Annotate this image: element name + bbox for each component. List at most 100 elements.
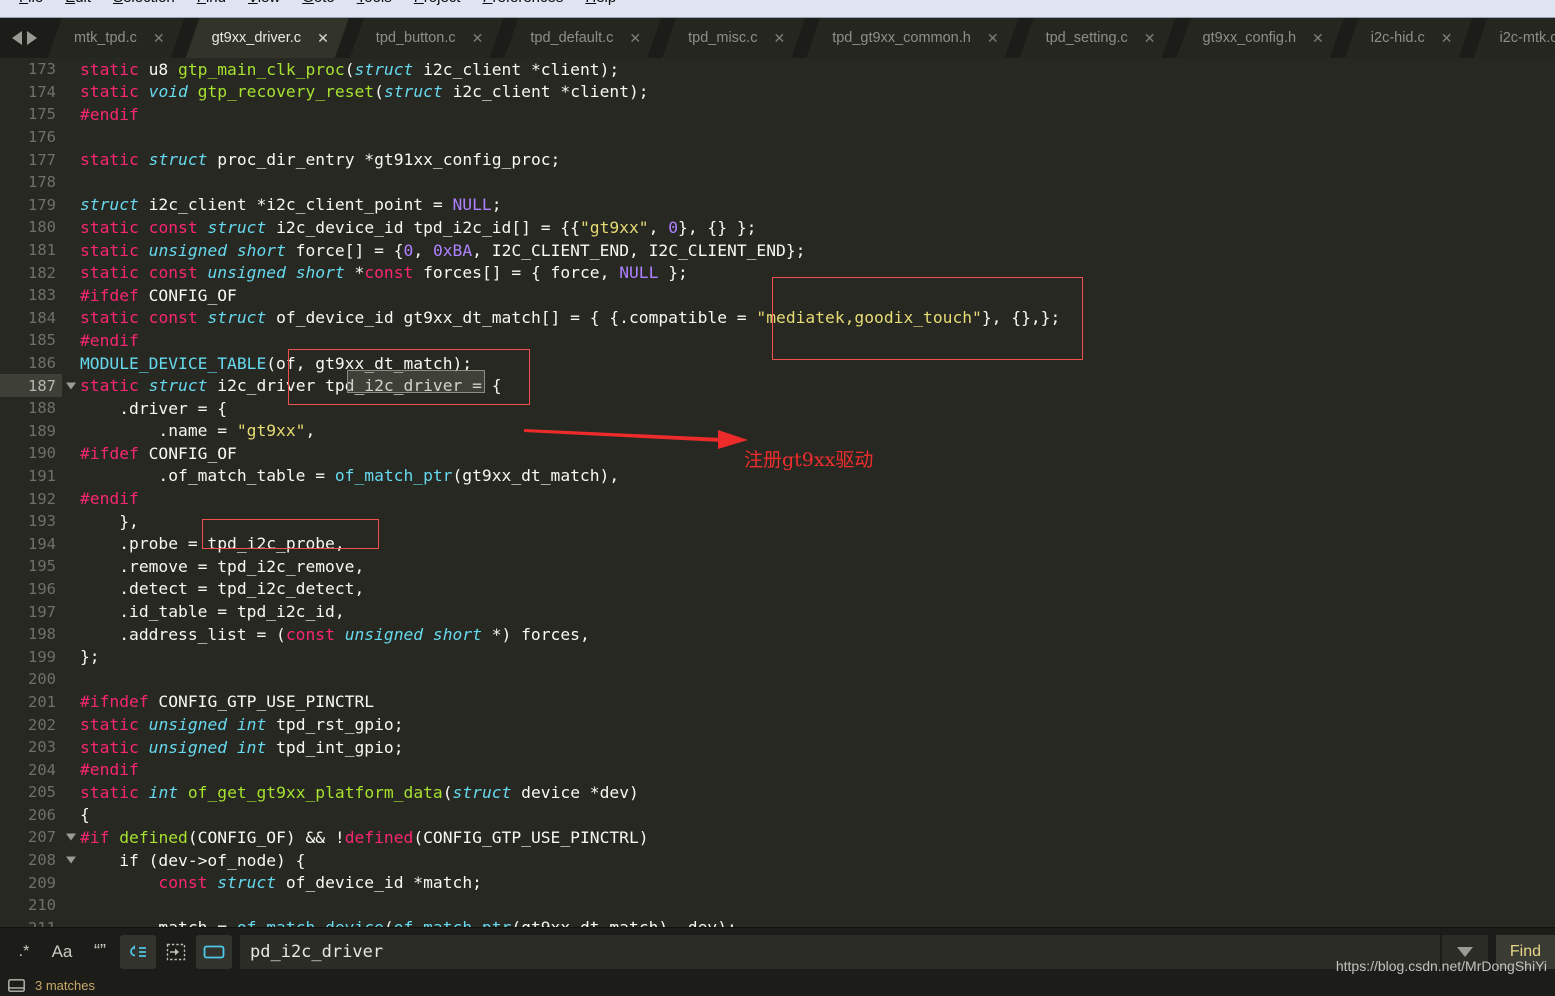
line-number: 176 [28,128,56,147]
close-icon[interactable]: ✕ [1312,31,1324,45]
menu-item-find[interactable]: Find [186,0,237,5]
tab-i2c-hid-c[interactable]: i2c-hid.c ✕ [1345,18,1473,58]
code-line[interactable]: 174 static void gtp_recovery_reset(struct… [0,81,1555,104]
code-line[interactable]: 173 static u8 gtp_main_clk_proc(struct i2… [0,58,1555,81]
find-button[interactable]: Find [1495,934,1555,969]
code-line[interactable]: 194 .probe = tpd_i2c_probe, [0,532,1555,555]
menu-item-view[interactable]: View [237,0,291,5]
tab-tpd-default-c[interactable]: tpd_default.c ✕ [504,18,661,58]
code-line[interactable]: 188 .driver = { [0,397,1555,420]
tab-tpd-setting-c[interactable]: tpd_setting.c ✕ [1020,18,1176,58]
tab-tpd-misc-c[interactable]: tpd_misc.c ✕ [662,18,805,58]
tab-nav-arrows [0,18,48,58]
tab-tpd-gt9xx-common-h[interactable]: tpd_gt9xx_common.h ✕ [806,18,1018,58]
code-line[interactable]: 195 .remove = tpd_i2c_remove, [0,555,1555,578]
whole-word-toggle[interactable]: “” [82,935,118,969]
code-line[interactable]: 182 static const unsigned short * const fo… [0,261,1555,284]
wrap-search-icon[interactable] [120,934,156,969]
menu-item-tools[interactable]: Tools [346,0,403,5]
find-history-dropdown[interactable] [1441,934,1488,969]
case-sensitive-toggle[interactable]: Aa [44,935,80,969]
menu-item-selection[interactable]: Selection [102,0,186,5]
code-line[interactable]: 196 .detect = tpd_i2c_detect, [0,578,1555,601]
fold-triangle-icon[interactable] [66,833,76,841]
code-line[interactable]: 201 #ifndef CONFIG_GTP_USE_PINCTRL [0,691,1555,714]
code-line[interactable]: 178 [0,171,1555,194]
tab-gt9xx-driver-c[interactable]: gt9xx_driver.c ✕ [186,18,349,58]
close-icon[interactable]: ✕ [317,31,329,45]
code-line[interactable]: 184 static const struct of_device_id gt9x… [0,307,1555,330]
code-text: static unsigned int tpd_int_gpio; [80,737,404,757]
code-line[interactable]: 191 .of_match_table = of_match_ptr (gt9xx… [0,465,1555,488]
code-line[interactable]: 209 const struct of_device_id *match; [0,871,1555,894]
in-selection-icon[interactable] [158,935,194,969]
highlight-results-icon[interactable] [196,934,232,969]
code-line[interactable]: 205 static int of_get_gt9xx_platform_data… [0,781,1555,804]
code-line[interactable]: 185 #endif [0,329,1555,352]
close-icon[interactable]: ✕ [629,31,641,45]
code-line[interactable]: 181 static unsigned short force[] = {0, 0… [0,239,1555,262]
close-icon[interactable]: ✕ [987,31,999,45]
code-line[interactable]: 192 #endif [0,487,1555,510]
code-text: .id_table = tpd_i2c_id, [80,602,345,622]
code-line[interactable]: 190 #ifdef CONFIG_OF [0,442,1555,465]
code-text: { [80,805,90,825]
code-line[interactable]: 183 #ifdef CONFIG_OF [0,284,1555,307]
code-line[interactable]: 180 static const struct i2c_device_id tpd… [0,216,1555,239]
find-input[interactable] [240,934,1440,969]
close-icon[interactable]: ✕ [1441,31,1453,45]
line-number: 204 [28,760,56,779]
line-number: 210 [28,896,56,915]
triangle-left-icon[interactable] [11,31,22,45]
code-line[interactable]: 210 [0,894,1555,917]
code-line[interactable]: 207 #if defined (CONFIG_OF) && ! defined (CO… [0,826,1555,849]
code-line[interactable]: 177 static struct proc_dir_entry *gt91xx_… [0,148,1555,171]
tab-tpd-button-c[interactable]: tpd_button.c ✕ [350,18,504,58]
fold-triangle-icon[interactable] [66,382,76,390]
menu-item-project[interactable]: Project [403,0,472,5]
close-icon[interactable]: ✕ [773,31,785,45]
code-line[interactable]: 199}; [0,645,1555,668]
code-line[interactable]: 203 static unsigned int tpd_int_gpio; [0,736,1555,759]
code-line[interactable]: 189 .name = "gt9xx", [0,420,1555,443]
close-icon[interactable]: ✕ [153,31,165,45]
line-number: 202 [28,715,56,734]
code-editor[interactable]: 173 static u8 gtp_main_clk_proc(struct i2… [0,58,1555,927]
code-line[interactable]: 197 .id_table = tpd_i2c_id, [0,600,1555,623]
triangle-right-icon[interactable] [26,31,37,45]
line-number: 190 [28,444,56,463]
tab-gt9xx-config-h[interactable]: gt9xx_config.h ✕ [1177,18,1344,58]
code-line[interactable]: 179 struct i2c_client *i2c_client_point =… [0,194,1555,217]
fold-triangle-icon[interactable] [66,856,76,864]
menu-item-preferences[interactable]: Preferences [471,0,574,5]
code-line[interactable]: 206 { [0,804,1555,827]
code-line[interactable]: 186 MODULE_DEVICE_TABLE (of, gt9xx_dt_matc… [0,352,1555,375]
tab-label: i2c-hid.c [1370,30,1425,46]
code-line[interactable]: 187 static struct i2c_driver tpd_i2c_driv… [0,374,1555,397]
line-number: 187 [0,374,76,397]
code-line[interactable]: 175 #endif [0,103,1555,126]
code-line[interactable]: 193 }, [0,510,1555,533]
menu-item-file[interactable]: File [8,0,54,5]
tab-mtk-tpd-c[interactable]: mtk_tpd.c ✕ [48,18,185,58]
code-line[interactable]: 176 [0,126,1555,149]
menu-item-help[interactable]: Help [574,0,627,5]
regex-toggle[interactable]: .* [6,935,42,969]
code-text: static const struct of_device_id gt9xx_d… [80,308,1061,328]
code-line[interactable]: 208 if (dev->of_node) { [0,849,1555,872]
close-icon[interactable]: ✕ [472,31,484,45]
line-number: 207 [0,826,76,849]
menu-item-goto[interactable]: Goto [291,0,346,5]
code-line[interactable]: 198 .address_list = (const unsigned shor… [0,623,1555,646]
tab-list: mtk_tpd.c ✕ gt9xx_driver.c ✕ tpd_button.c ✕ tp… [48,18,1555,58]
chevron-down-icon [1456,946,1473,957]
menu-item-edit[interactable]: Edit [54,0,102,5]
code-line[interactable]: 200 [0,668,1555,691]
code-line[interactable]: 202 static unsigned int tpd_rst_gpio; [0,713,1555,736]
code-line[interactable]: 211 match = of_match_device(of_match_ptr… [0,917,1555,927]
code-text: #ifndef CONFIG_GTP_USE_PINCTRL [80,692,375,712]
tab-i2c-mtk-c[interactable]: i2c-mtk.c✕ [1474,18,1555,58]
close-icon[interactable]: ✕ [1144,31,1156,45]
code-line[interactable]: 204 #endif [0,758,1555,781]
